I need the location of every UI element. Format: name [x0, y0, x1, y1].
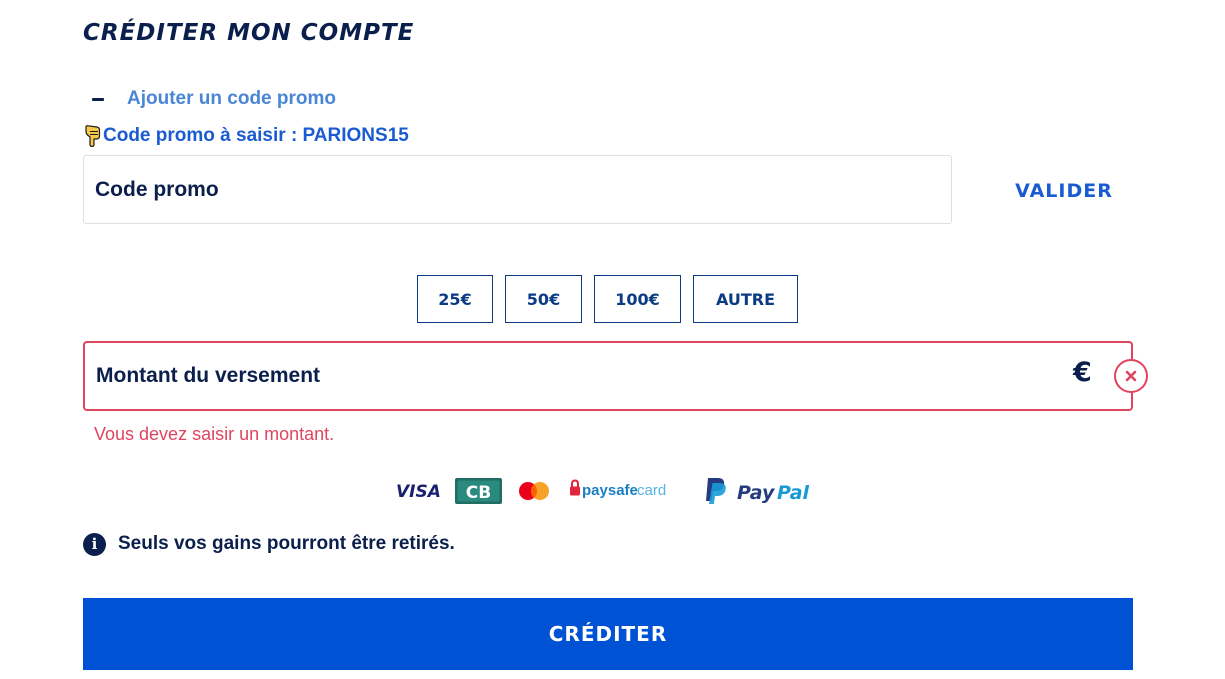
deposit-amount-input[interactable] [96, 343, 933, 409]
promo-hint-text: Code promo à saisir : PARIONS15 [103, 125, 409, 146]
amount-option-25[interactable]: 25€ [417, 275, 493, 323]
minus-icon [92, 97, 104, 101]
svg-text:Pay: Pay [737, 482, 776, 504]
withdrawal-info: i Seuls vos gains pourront être retirés. [83, 532, 455, 556]
deposit-amount-field[interactable]: € [83, 341, 1133, 411]
add-promo-code-toggle[interactable]: Ajouter un code promo [92, 86, 336, 112]
promo-toggle-label: Ajouter un code promo [127, 88, 336, 109]
paysafecard-logo: paysafe card [570, 479, 666, 499]
credit-submit-button[interactable]: CRÉDITER [83, 598, 1133, 670]
svg-text:card: card [637, 482, 666, 499]
mastercard-logo [519, 482, 549, 500]
svg-text:paysafe: paysafe [582, 482, 638, 499]
visa-logo: VISA [396, 482, 441, 502]
amount-option-100[interactable]: 100€ [594, 275, 681, 323]
info-icon: i [83, 532, 106, 556]
payment-methods: VISA CB paysafe card Pay Pal [0, 474, 1225, 508]
paypal-logo: Pay Pal [706, 478, 810, 504]
svg-text:VISA: VISA [396, 482, 441, 502]
svg-text:CB: CB [466, 483, 491, 503]
amount-error-message: Vous devez saisir un montant. [94, 424, 335, 444]
amount-option-other[interactable]: AUTRE [693, 275, 798, 323]
close-icon [1125, 370, 1137, 382]
amount-option-50[interactable]: 50€ [505, 275, 582, 323]
validate-promo-button[interactable]: VALIDER [1004, 172, 1124, 210]
promo-code-field[interactable] [83, 155, 952, 224]
pointing-hand-icon [85, 125, 101, 147]
amount-options: 25€ 50€ 100€ AUTRE [0, 275, 1225, 323]
promo-code-input[interactable] [95, 156, 789, 223]
svg-text:Pal: Pal [777, 482, 810, 504]
cb-logo: CB [455, 478, 502, 504]
currency-symbol: € [1073, 357, 1092, 388]
info-text: Seuls vos gains pourront être retirés. [118, 533, 455, 554]
page-title: CRÉDITER MON COMPTE [83, 20, 415, 46]
clear-amount-icon[interactable] [1114, 359, 1148, 393]
promo-hint: Code promo à saisir : PARIONS15 [84, 123, 409, 149]
